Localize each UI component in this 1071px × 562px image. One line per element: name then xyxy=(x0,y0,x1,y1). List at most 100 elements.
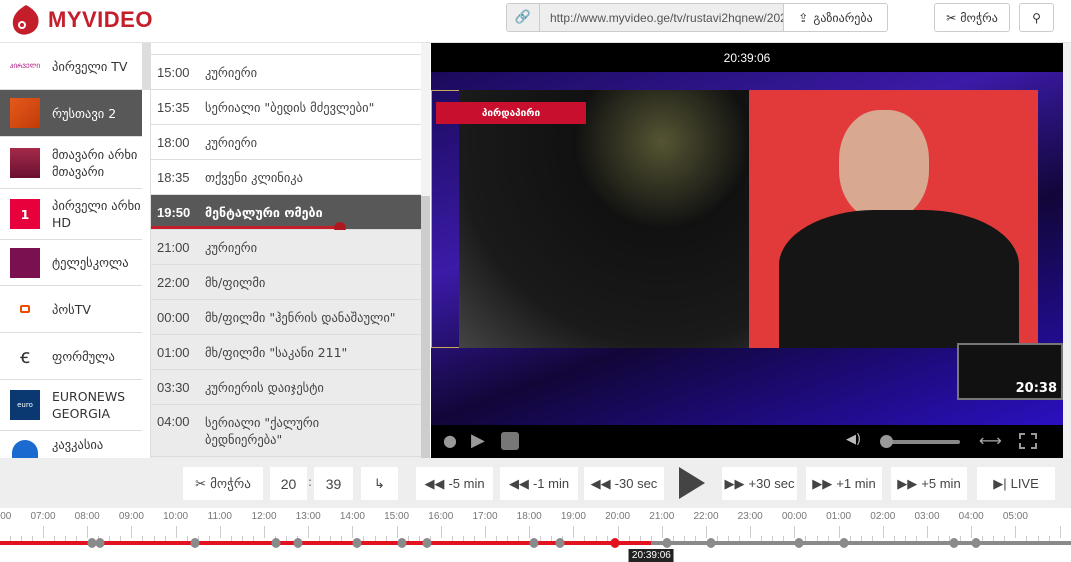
program-marker[interactable] xyxy=(95,538,105,548)
timeline-tick xyxy=(794,526,796,538)
forward-5-min-button[interactable]: ▶▶ +5 min xyxy=(891,467,967,500)
video-frame[interactable]: პირდაპირი 20:38 xyxy=(431,72,1063,425)
fullscreen-icon[interactable] xyxy=(1019,433,1037,449)
program-marker[interactable] xyxy=(293,538,303,548)
program-title: მხ/ფილმი "საკანი 211" xyxy=(205,344,348,360)
channel-item[interactable]: მთავარი არხი მთავარი xyxy=(0,137,142,189)
hour-label: 17:00 xyxy=(472,511,498,522)
hour-input[interactable]: 20 xyxy=(270,467,307,500)
current-program-marker[interactable] xyxy=(610,538,620,548)
cut-button[interactable]: ✂ მოჭრა xyxy=(934,3,1010,32)
program-title: თქვენი კლინიკა xyxy=(205,169,304,185)
program-item[interactable]: 04:00 სერიალი "ქალური ბედნიერება" xyxy=(151,405,421,457)
share-button[interactable]: ⇪ გაზიარება xyxy=(784,4,887,31)
channel-item[interactable]: 1 პირველი არხი HD xyxy=(0,189,142,240)
program-time: 01:00 xyxy=(157,344,190,360)
google-play-icon[interactable]: ▶ xyxy=(471,430,485,451)
program-time: 03:30 xyxy=(157,379,190,395)
channel-scrollbar[interactable] xyxy=(142,43,150,90)
channel-item[interactable]: პოსTV xyxy=(0,286,142,333)
euronews-logo: euro xyxy=(10,390,40,420)
skip-to-live-icon: ▶| xyxy=(993,475,1007,491)
volume-icon[interactable]: ◀) xyxy=(846,432,861,447)
hour-label: 08:00 xyxy=(74,511,100,522)
hour-label: 23:00 xyxy=(737,511,763,522)
page-scrollbar[interactable] xyxy=(1063,43,1071,458)
program-item[interactable]: 15:00 კურიერი xyxy=(151,55,421,90)
live-overlay-banner: პირდაპირი xyxy=(436,102,586,124)
search-button[interactable]: ⚲ xyxy=(1019,3,1054,32)
volume-handle[interactable] xyxy=(880,435,893,448)
share-label: გაზიარება xyxy=(813,10,873,25)
program-marker[interactable] xyxy=(971,538,981,548)
program-marker[interactable] xyxy=(555,538,565,548)
program-marker[interactable] xyxy=(352,538,362,548)
program-marker[interactable] xyxy=(397,538,407,548)
program-time: 04:00 xyxy=(157,414,190,429)
program-item[interactable]: 00:00 მხ/ფილმი "ჰენრის დანაშაული" xyxy=(151,300,421,335)
back-5-min-button[interactable]: ◀◀ -5 min xyxy=(416,467,493,500)
channel-name: ტელესკოლა xyxy=(52,255,129,270)
timeline-tick xyxy=(43,526,44,538)
share-url-input[interactable]: http://www.myvideo.ge/tv/rustavi2hqnew/2… xyxy=(540,4,784,31)
program-item[interactable]: 01:00 მხ/ფილმი "საკანი 211" xyxy=(151,335,421,370)
player-clock: 20:39:06 xyxy=(723,50,771,65)
video-player[interactable]: 20:39:06 პირდაპირი 20:38 ● ▶ ◀) ⟷ xyxy=(431,43,1063,458)
program-item-current[interactable]: 19:50 მენტალური ომები xyxy=(151,195,421,234)
channel-item[interactable]: კავკასია xyxy=(0,431,142,458)
myvideo-logo[interactable]: MYVIDEO xyxy=(10,3,153,37)
rewind-icon: ◀◀ xyxy=(424,475,445,491)
program-marker[interactable] xyxy=(839,538,849,548)
program-item[interactable]: 18:00 კურიერი xyxy=(151,125,421,160)
volume-slider[interactable] xyxy=(882,440,960,444)
channel-item[interactable]: ტელესკოლა xyxy=(0,240,142,286)
play-button[interactable] xyxy=(679,467,705,499)
program-item[interactable]: 22:00 მხ/ფილმი xyxy=(151,265,421,300)
program-item[interactable]: 18:35 თქვენი კლინიკა xyxy=(151,160,421,195)
scrollbar-thumb[interactable] xyxy=(421,196,430,458)
program-time: 19:50 xyxy=(157,204,191,220)
go-to-time-button[interactable]: ↳ xyxy=(361,467,398,500)
player-controls: ● ▶ ◀) ⟷ xyxy=(431,425,1063,458)
hour-label: 13:00 xyxy=(295,511,321,522)
hour-label: 05:00 xyxy=(1002,511,1028,522)
cut-label: მოჭრა xyxy=(210,475,251,491)
program-item[interactable]: 21:00 კურიერი xyxy=(151,230,421,265)
forward-1-min-button[interactable]: ▶▶ +1 min xyxy=(806,467,882,500)
channel-item[interactable]: euro EURONEWS GEORGIA xyxy=(0,380,142,431)
program-marker[interactable] xyxy=(794,538,804,548)
timeline[interactable]: 06:00 07:00 08:00 09:00 10:00 11:00 12:00 13:00… xyxy=(0,508,1071,562)
program-item[interactable]: 15:35 სერიალი "ბედის მძევლები" xyxy=(151,90,421,125)
live-button[interactable]: ▶| LIVE xyxy=(977,467,1055,500)
hour-label: 04:00 xyxy=(958,511,984,522)
program-marker[interactable] xyxy=(271,538,281,548)
time-controls: ✂ მოჭრა 20 : 39 ↳ ◀◀ -5 min ◀◀ -1 min ◀◀ -30… xyxy=(0,458,1071,508)
program-marker[interactable] xyxy=(422,538,432,548)
channel-item[interactable]: ᲞᲘᲠᲕᲔᲚᲘ პირველი TV xyxy=(0,43,142,90)
program-item[interactable]: 03:30 კურიერის დაიჯესტი xyxy=(151,370,421,405)
back-30-sec-button[interactable]: ◀◀ -30 sec xyxy=(584,467,664,500)
program-scrollbar[interactable] xyxy=(421,43,430,458)
myvideo-app-icon[interactable] xyxy=(501,432,519,450)
apple-icon[interactable]: ● xyxy=(443,431,457,450)
stretch-icon[interactable]: ⟷ xyxy=(979,431,1002,450)
program-marker[interactable] xyxy=(190,538,200,548)
video-scene-left xyxy=(459,90,749,348)
program-item[interactable]: ... xyxy=(151,43,421,55)
program-time: 00:00 xyxy=(157,309,190,325)
channel-item-selected[interactable]: რუსთავი 2 xyxy=(0,90,142,137)
cut-clip-button[interactable]: ✂ მოჭრა xyxy=(183,467,263,500)
program-marker[interactable] xyxy=(706,538,716,548)
speaker-head xyxy=(839,110,929,220)
program-marker[interactable] xyxy=(949,538,959,548)
minute-input[interactable]: 39 xyxy=(314,467,353,500)
rewind-icon: ◀◀ xyxy=(508,475,529,491)
back-1-min-button[interactable]: ◀◀ -1 min xyxy=(500,467,578,500)
program-title: სერიალი "ქალური ბედნიერება" xyxy=(205,415,320,447)
fast-forward-icon: ▶▶ xyxy=(724,475,745,491)
program-marker[interactable] xyxy=(529,538,539,548)
channel-item[interactable]: ꞓ ფორმულა xyxy=(0,333,142,380)
forward-30-sec-button[interactable]: ▶▶ +30 sec xyxy=(722,467,797,500)
program-time: 21:00 xyxy=(157,239,190,255)
program-marker[interactable] xyxy=(662,538,672,548)
